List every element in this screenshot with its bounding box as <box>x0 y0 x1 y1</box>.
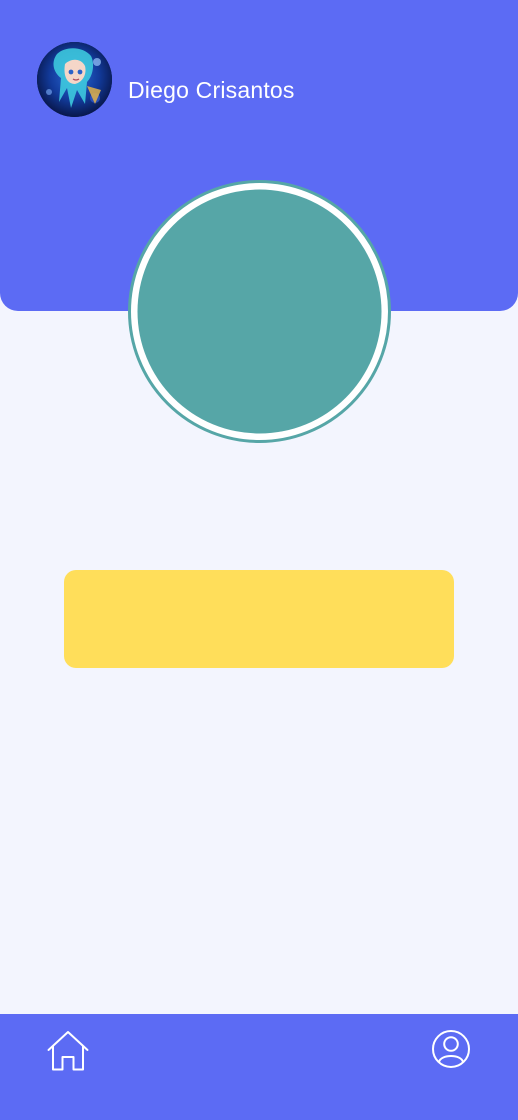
profile-icon <box>432 1030 470 1068</box>
avatar[interactable] <box>37 42 112 117</box>
yellow-card[interactable] <box>64 570 454 668</box>
profile-circle <box>128 180 391 443</box>
bottom-navigation <box>0 1014 518 1120</box>
profile-circle-graphic <box>128 180 391 443</box>
user-name: Diego Crisantos <box>128 77 295 103</box>
nav-home-button[interactable] <box>46 1030 90 1072</box>
nav-profile-button[interactable] <box>431 1029 471 1069</box>
avatar-image <box>37 42 112 117</box>
home-icon <box>47 1031 89 1071</box>
